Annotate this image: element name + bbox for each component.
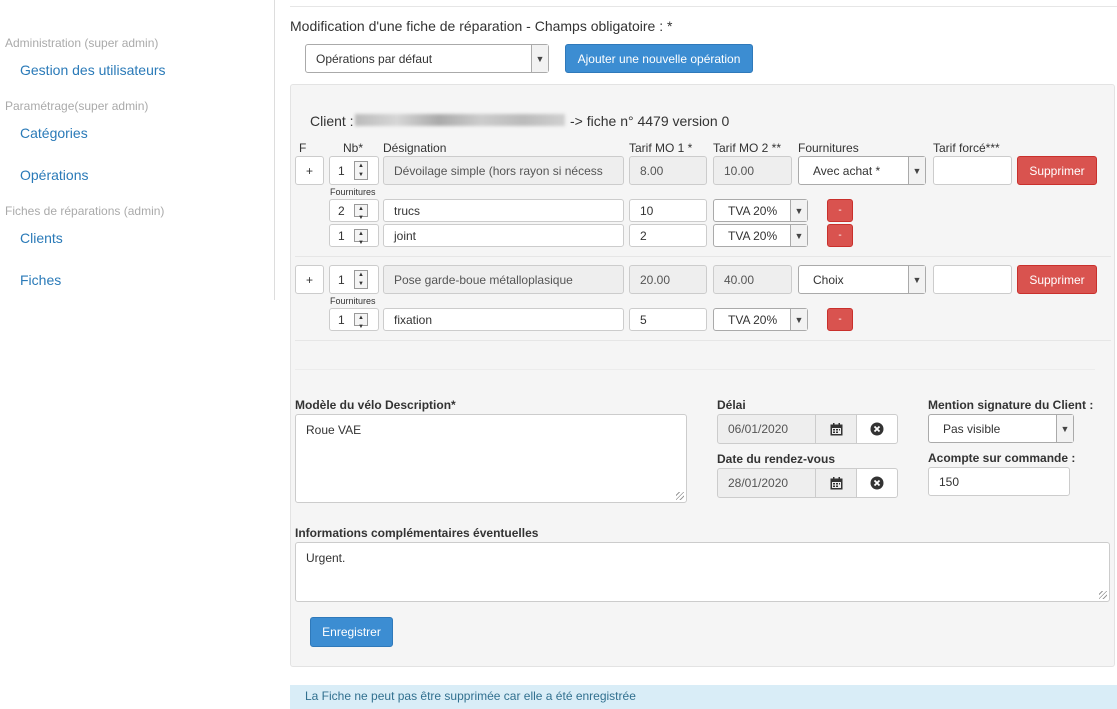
- resize-grip-icon[interactable]: [676, 492, 684, 500]
- signature-label: Mention signature du Client :: [928, 398, 1094, 412]
- operation-divider: [295, 256, 1111, 257]
- supply-price-input[interactable]: 10: [629, 199, 707, 222]
- info-alert: La Fiche ne peut pas être supprimée car …: [290, 685, 1117, 709]
- stepper-arrows-icon[interactable]: ▲ ▼: [354, 229, 368, 246]
- stepper-arrows-icon[interactable]: ▲ ▼: [354, 313, 368, 330]
- clear-date-button[interactable]: [856, 468, 898, 498]
- acompte-label: Acompte sur commande :: [928, 451, 1076, 465]
- supply-price-input[interactable]: 5: [629, 308, 707, 331]
- delai-date-input[interactable]: 06/01/2020: [717, 414, 816, 444]
- calendar-button[interactable]: [815, 468, 857, 498]
- acompte-input[interactable]: 150: [928, 467, 1070, 496]
- sidebar-item-users[interactable]: Gestion des utilisateurs: [20, 62, 166, 78]
- mo2-field[interactable]: 40.00: [713, 265, 792, 294]
- section-divider: [295, 369, 1095, 370]
- delai-label: Délai: [717, 398, 746, 412]
- operations-select[interactable]: Opérations par défaut ▼: [305, 44, 549, 73]
- fournitures-caption: Fournitures: [330, 187, 376, 197]
- mo2-field[interactable]: 10.00: [713, 156, 792, 185]
- col-f: F: [299, 141, 307, 155]
- delete-operation-button[interactable]: Supprimer: [1017, 156, 1097, 185]
- page-title: Modification d'une fiche de réparation -…: [290, 18, 673, 34]
- expand-button[interactable]: +: [295, 156, 324, 185]
- top-divider: [290, 6, 1117, 7]
- remove-supply-button[interactable]: -: [827, 224, 853, 247]
- chevron-down-icon: ▼: [790, 200, 807, 221]
- col-mo2: Tarif MO 2 **: [713, 141, 782, 155]
- chevron-down-icon: ▼: [1056, 415, 1073, 442]
- mo1-field[interactable]: 8.00: [629, 156, 707, 185]
- add-operation-button[interactable]: Ajouter une nouvelle opération: [565, 44, 753, 73]
- operations-select-value: Opérations par défaut: [316, 51, 433, 66]
- sidebar-divider: [274, 0, 275, 300]
- sidebar-section-repairs: Fiches de réparations (admin): [5, 204, 165, 218]
- rdv-date-input[interactable]: 28/01/2020: [717, 468, 816, 498]
- col-mo1: Tarif MO 1 *: [629, 141, 693, 155]
- quantity-stepper[interactable]: 1 ▲ ▼: [329, 265, 379, 294]
- fournitures-select[interactable]: Avec achat * ▼: [798, 156, 926, 185]
- clear-date-button[interactable]: [856, 414, 898, 444]
- tva-select[interactable]: TVA 20% ▼: [713, 224, 808, 247]
- tva-select[interactable]: TVA 20% ▼: [713, 199, 808, 222]
- signature-select[interactable]: Pas visible ▼: [928, 414, 1074, 443]
- designation-field[interactable]: Pose garde-boue métalloplasique: [383, 265, 624, 294]
- fiche-number: -> fiche n° 4479 version 0: [570, 113, 730, 129]
- operations-end-divider: [295, 340, 1111, 341]
- chevron-down-icon: ▼: [908, 266, 925, 293]
- tarif-force-input[interactable]: [933, 265, 1012, 294]
- calendar-icon: [830, 422, 842, 435]
- col-fournitures: Fournitures: [798, 141, 859, 155]
- sidebar-item-clients[interactable]: Clients: [20, 230, 63, 246]
- clear-icon: [870, 476, 884, 490]
- supply-quantity-stepper[interactable]: 2 ▲ ▼: [329, 199, 379, 222]
- supply-name-input[interactable]: fixation: [383, 308, 624, 331]
- save-button[interactable]: Enregistrer: [310, 617, 393, 647]
- rdv-label: Date du rendez-vous: [717, 452, 836, 466]
- model-label: Modèle du vélo Description*: [295, 398, 456, 412]
- stepper-arrows-icon[interactable]: ▲ ▼: [354, 204, 368, 221]
- supply-quantity-stepper[interactable]: 1 ▲ ▼: [329, 308, 379, 331]
- client-prefix: Client :: [310, 113, 354, 129]
- sidebar-item-fiches[interactable]: Fiches: [20, 272, 61, 288]
- col-tarif-force: Tarif forcé***: [933, 141, 1000, 155]
- info-label: Informations complémentaires éventuelles: [295, 526, 539, 540]
- supply-name-input[interactable]: joint: [383, 224, 624, 247]
- col-nb: Nb*: [343, 141, 364, 155]
- clear-icon: [870, 422, 884, 436]
- fournitures-caption: Fournitures: [330, 296, 376, 306]
- chevron-down-icon: ▼: [531, 45, 548, 72]
- sidebar-section-admin: Administration (super admin): [5, 36, 159, 50]
- quantity-stepper[interactable]: 1 ▲ ▼: [329, 156, 379, 185]
- sidebar-item-operations[interactable]: Opérations: [20, 167, 88, 183]
- stepper-arrows-icon[interactable]: ▲ ▼: [354, 161, 368, 180]
- supply-price-input[interactable]: 2: [629, 224, 707, 247]
- designation-field[interactable]: Dévoilage simple (hors rayon si nécess: [383, 156, 624, 185]
- tva-select[interactable]: TVA 20% ▼: [713, 308, 808, 331]
- supply-name-input[interactable]: trucs: [383, 199, 624, 222]
- stepper-arrows-icon[interactable]: ▲ ▼: [354, 270, 368, 289]
- calendar-icon: [830, 476, 842, 489]
- remove-supply-button[interactable]: -: [827, 308, 853, 331]
- sidebar-item-categories[interactable]: Catégories: [20, 125, 88, 141]
- chevron-down-icon: ▼: [908, 157, 925, 184]
- supply-quantity-stepper[interactable]: 1 ▲ ▼: [329, 224, 379, 247]
- sidebar-section-settings: Paramétrage(super admin): [5, 99, 149, 113]
- chevron-down-icon: ▼: [790, 309, 807, 330]
- col-designation: Désignation: [383, 141, 447, 155]
- model-textarea[interactable]: Roue VAE: [295, 414, 687, 503]
- fournitures-select[interactable]: Choix ▼: [798, 265, 926, 294]
- info-textarea[interactable]: Urgent.: [295, 542, 1110, 602]
- mo1-field[interactable]: 20.00: [629, 265, 707, 294]
- resize-grip-icon[interactable]: [1099, 591, 1107, 599]
- tarif-force-input[interactable]: [933, 156, 1012, 185]
- chevron-down-icon: ▼: [790, 225, 807, 246]
- remove-supply-button[interactable]: -: [827, 199, 853, 222]
- expand-button[interactable]: +: [295, 265, 324, 294]
- calendar-button[interactable]: [815, 414, 857, 444]
- delete-operation-button[interactable]: Supprimer: [1017, 265, 1097, 294]
- client-name-redacted: [355, 114, 565, 126]
